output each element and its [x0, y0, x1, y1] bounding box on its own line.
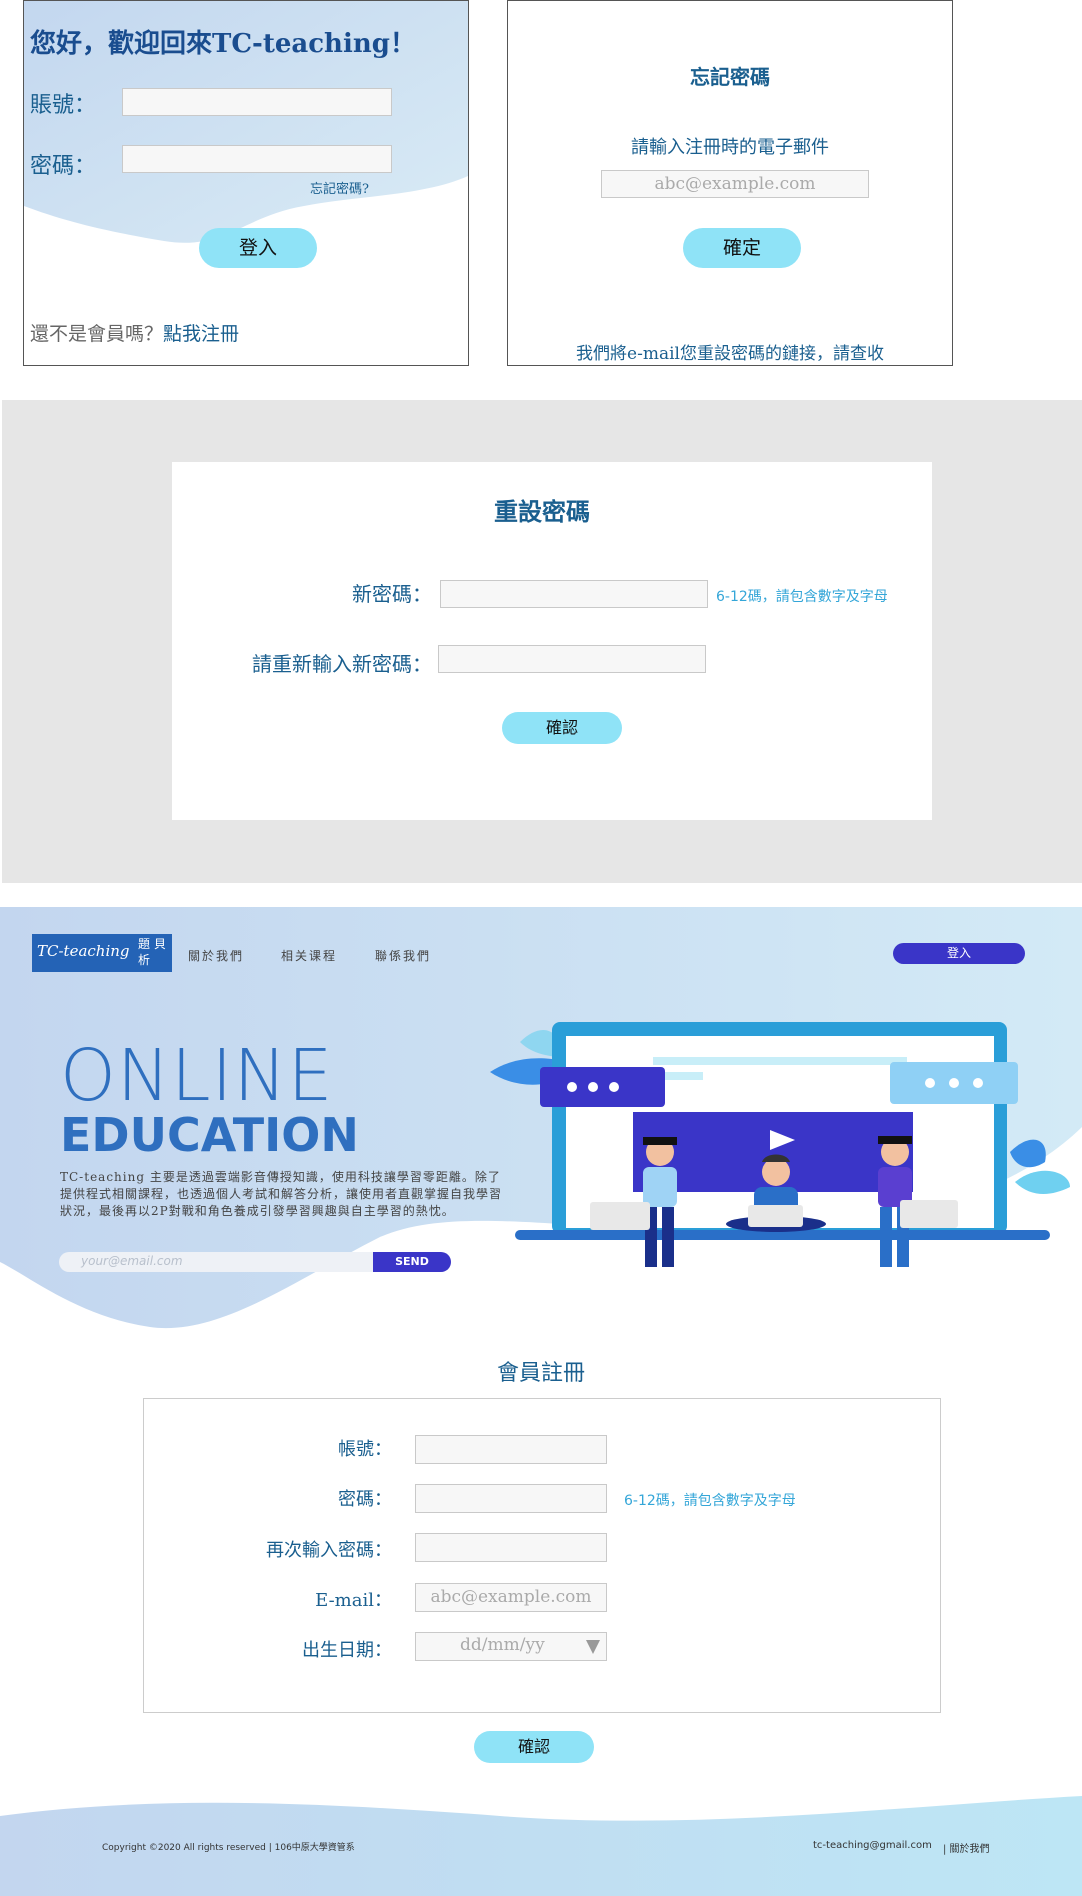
repeat-password-input[interactable] — [438, 645, 706, 673]
password-input[interactable] — [122, 145, 392, 173]
forgot-email-input[interactable]: abc@example.com — [601, 170, 869, 198]
new-password-label: 新密碼： — [352, 582, 432, 606]
nav-courses[interactable]: 相关课程 — [281, 947, 337, 964]
footer-about-link[interactable]: | 關於我們 — [943, 1840, 990, 1855]
register-password-label: 密碼： — [338, 1489, 392, 1510]
forgot-password-panel: 忘記密碼 請輸入注冊時的電子郵件 abc@example.com 確定 我們將e… — [507, 0, 953, 366]
register-title: 會員註冊 — [496, 1361, 585, 1386]
logo-side-text: 題 貝 析 — [138, 937, 166, 967]
register-password-hint: 6-12碼，請包含數字及字母 — [624, 1493, 796, 1509]
register-account-input[interactable] — [415, 1435, 607, 1464]
account-input[interactable] — [122, 88, 392, 116]
register-account-label: 帳號： — [338, 1439, 392, 1460]
login-button[interactable]: 登入 — [199, 228, 317, 268]
register-confirm-button[interactable]: 確認 — [474, 1731, 594, 1763]
footer-email[interactable]: tc-teaching@gmail.com — [813, 1840, 932, 1851]
subscribe-form: your@email.com SEND — [59, 1252, 451, 1272]
login-panel: 您好，歡迎回來TC-teaching！ 賬號： 密碼： 忘記密碼? 登入 還不是… — [23, 0, 469, 366]
forgot-confirm-button[interactable]: 確定 — [683, 228, 801, 268]
register-email-placeholder: abc@example.com — [430, 1587, 592, 1607]
register-repeat-input[interactable] — [415, 1533, 607, 1562]
forgot-notice: 我們將e-mail您重設密碼的鏈接，請查收 — [576, 344, 884, 364]
send-button[interactable]: SEND — [373, 1252, 451, 1272]
password-label: 密碼： — [30, 154, 97, 179]
footer-copyright: Copyright ©2020 All rights reserved | 10… — [102, 1843, 355, 1853]
register-birthday-label: 出生日期： — [302, 1640, 392, 1661]
register-email-input[interactable]: abc@example.com — [415, 1583, 607, 1612]
site-logo[interactable]: TC-teaching 題 貝 析 — [32, 934, 172, 972]
forgot-instruction: 請輸入注冊時的電子郵件 — [631, 137, 829, 158]
login-greeting: 您好，歡迎回來TC-teaching！ — [30, 29, 416, 59]
account-label: 賬號： — [30, 93, 97, 118]
reset-password-hint: 6-12碼，請包含數字及字母 — [716, 589, 888, 605]
register-email-label: E-mail： — [315, 1590, 392, 1611]
reset-title: 重設密碼 — [494, 497, 590, 526]
nav-contact[interactable]: 聯係我們 — [375, 947, 431, 964]
hero-title-online: ONLINE — [60, 1034, 334, 1117]
chevron-down-icon[interactable] — [586, 1640, 600, 1654]
forgot-password-link[interactable]: 忘記密碼? — [310, 178, 369, 197]
subscribe-email-input[interactable]: your@email.com — [59, 1252, 375, 1272]
hero-description: TC-teaching 主要是透過雲端影音傳授知識，使用科技讓學習零距離。除了提… — [60, 1170, 503, 1218]
nav-about[interactable]: 關於我們 — [188, 947, 244, 964]
register-birthday-placeholder: dd/mm/yy — [460, 1635, 545, 1655]
register-birthday-select[interactable]: dd/mm/yy — [415, 1632, 607, 1661]
forgot-title: 忘記密碼 — [690, 65, 770, 89]
register-repeat-label: 再次輸入密碼： — [266, 1540, 392, 1561]
forgot-email-placeholder: abc@example.com — [654, 174, 816, 194]
repeat-password-label: 請重新輸入新密碼： — [252, 652, 432, 676]
reset-section: 重設密碼 新密碼： 6-12碼，請包含數字及字母 請重新輸入新密碼： 確認 — [2, 400, 1082, 883]
logo-main-text: TC-teaching — [37, 942, 130, 960]
new-password-input[interactable] — [440, 580, 708, 608]
register-prompt: 還不是會員嗎？點我注冊 — [30, 319, 239, 346]
reset-confirm-button[interactable]: 確認 — [502, 712, 622, 744]
register-password-input[interactable] — [415, 1484, 607, 1513]
register-link[interactable]: 點我注冊 — [163, 323, 239, 345]
nav-login-button[interactable]: 登入 — [893, 943, 1025, 964]
register-prompt-text: 還不是會員嗎？ — [30, 323, 164, 345]
homepage-hero: TC-teaching 題 貝 析 關於我們 相关课程 聯係我們 登入 ONLI… — [0, 907, 1082, 1337]
hero-illustration — [490, 1022, 1070, 1267]
reset-card: 重設密碼 新密碼： 6-12碼，請包含數字及字母 請重新輸入新密碼： 確認 — [172, 462, 932, 820]
hero-title-education: EDUCATION — [60, 1108, 359, 1162]
subscribe-placeholder: your@email.com — [81, 1254, 183, 1268]
